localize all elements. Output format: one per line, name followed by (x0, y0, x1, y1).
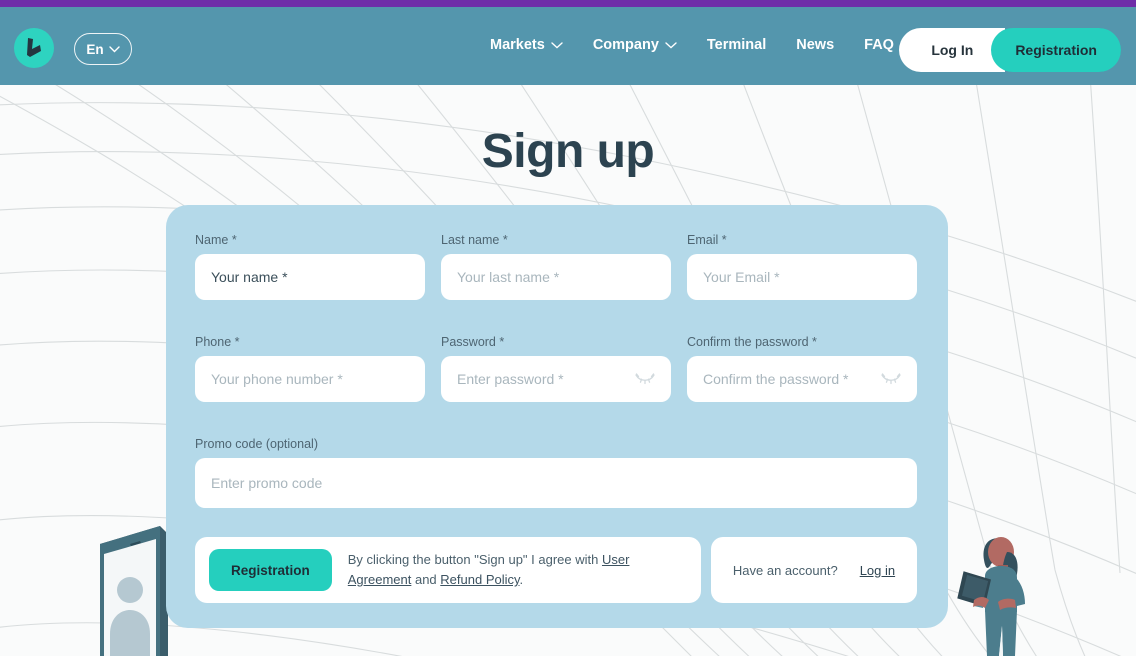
field-label-name: Name * (195, 233, 237, 247)
field-label-confirm-password: Confirm the password * (687, 335, 817, 349)
main-navigation: Markets Company Terminal News FAQ (490, 37, 894, 53)
nav-label: Company (592, 37, 659, 53)
last-name-input-placeholder: Your last name * (457, 269, 560, 285)
eye-slash-icon (881, 373, 901, 385)
field-label-email: Email * (687, 233, 727, 247)
consent-prefix: By clicking the button "Sign up" I agree… (347, 551, 602, 567)
nav-label: Markets (490, 37, 545, 53)
isometric-phone-illustration (82, 518, 168, 656)
account-question: Have an account? (732, 562, 838, 578)
consent-middle: and (411, 572, 441, 587)
field-label-last-name: Last name * (441, 233, 508, 247)
existing-account-panel: Have an account? Log in (711, 537, 917, 603)
field-name: Name * Your name * (195, 233, 425, 300)
field-label-phone: Phone * (195, 335, 240, 349)
chevron-down-icon (551, 41, 563, 49)
email-input[interactable]: Your Email * (687, 254, 917, 300)
field-confirm-password: Confirm the password * Confirm the passw… (687, 335, 917, 402)
refund-policy-link[interactable]: Refund Policy (440, 572, 519, 587)
nav-item-faq[interactable]: FAQ (864, 37, 894, 53)
page-title: Sign up (481, 125, 655, 178)
signup-form-card: Name * Your name * Last name * Your last… (166, 205, 948, 628)
nav-item-news[interactable]: News (796, 37, 834, 53)
field-label-promo-code: Promo code (optional) (195, 437, 318, 451)
isometric-phone-with-user-avatar-icon (100, 526, 168, 656)
field-label-password: Password * (441, 335, 505, 349)
confirm-password-input[interactable]: Confirm the password * (687, 356, 917, 402)
woman-holding-tablet-illustration-icon (957, 537, 1025, 656)
password-input-placeholder: Enter password * (457, 371, 564, 387)
log-in-link[interactable]: Log in (860, 563, 895, 578)
nav-item-markets[interactable]: Markets (490, 37, 563, 53)
confirm-password-input-placeholder: Confirm the password * (703, 371, 849, 387)
consent-text: By clicking the button "Sign up" I agree… (348, 550, 687, 590)
top-accent-strip (0, 0, 1136, 7)
nav-label: FAQ (864, 37, 894, 53)
eye-slash-icon (635, 373, 655, 385)
promo-code-input[interactable]: Enter promo code (195, 458, 917, 508)
field-email: Email * Your Email * (687, 233, 917, 300)
person-illustration (955, 508, 1047, 656)
auth-button-group: Log In Registration (899, 28, 1121, 72)
nav-label: Terminal (706, 37, 767, 53)
consent-panel: Registration By clicking the button "Sig… (195, 537, 701, 603)
phone-input[interactable]: Your phone number * (195, 356, 425, 402)
name-input[interactable]: Your name * (195, 254, 425, 300)
consent-suffix: . (519, 572, 524, 587)
nav-item-company[interactable]: Company (593, 37, 677, 53)
field-last-name: Last name * Your last name * (441, 233, 671, 300)
field-promo-code: Promo code (optional) Enter promo code (195, 437, 917, 508)
registration-button-header[interactable]: Registration (991, 28, 1121, 72)
confirm-password-visibility-toggle[interactable] (881, 373, 901, 385)
password-input[interactable]: Enter password * (441, 356, 671, 402)
field-phone: Phone * Your phone number * (195, 335, 425, 402)
language-label: En (86, 41, 104, 57)
site-header: En Markets Company Terminal News FAQ Log… (0, 7, 1136, 85)
language-selector[interactable]: En (74, 33, 132, 65)
last-name-input[interactable]: Your last name * (441, 254, 671, 300)
brand-logo-icon (27, 38, 41, 57)
password-visibility-toggle[interactable] (635, 373, 655, 385)
submit-registration-button[interactable]: Registration (209, 549, 332, 591)
email-input-placeholder: Your Email * (703, 269, 780, 285)
field-password: Password * Enter password * (441, 335, 671, 402)
chevron-down-icon (108, 45, 120, 52)
nav-item-terminal[interactable]: Terminal (707, 37, 766, 53)
phone-input-placeholder: Your phone number * (211, 371, 343, 387)
log-in-button[interactable]: Log In (899, 28, 1006, 72)
name-input-placeholder: Your name * (211, 269, 288, 285)
brand-logo[interactable] (14, 28, 54, 68)
promo-code-input-placeholder: Enter promo code (211, 475, 323, 491)
nav-label: News (796, 37, 835, 53)
chevron-down-icon (665, 41, 677, 49)
